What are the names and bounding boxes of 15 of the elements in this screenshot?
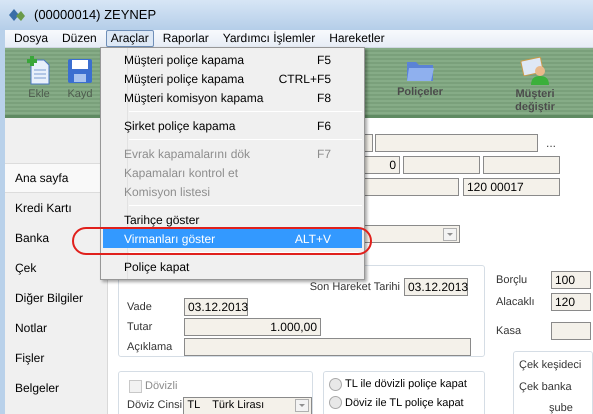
field-label: Açıklama — [127, 340, 174, 355]
field-label: Döviz Cinsi — [127, 398, 184, 414]
field-label: Vade — [127, 300, 153, 315]
field-label: şube — [548, 401, 574, 414]
field-label: Tutar — [127, 320, 154, 335]
field-label: Çek keşideci — [519, 358, 582, 373]
field-label: Alacaklı — [496, 294, 536, 310]
field-label: Son Hareket Tarihi — [310, 280, 400, 295]
radio-label: Döviz ile TL poliçe kapat — [345, 396, 464, 410]
field-label: Çek banka — [519, 380, 573, 394]
radio-label: TL ile dövizli poliçe kapat — [345, 377, 467, 392]
window-title: (00000014) ZEYNEP — [34, 6, 156, 24]
field-label: Kasa — [496, 324, 522, 339]
field-label: Borçlu — [496, 272, 528, 288]
checkbox-label: Dövizli — [145, 379, 178, 394]
